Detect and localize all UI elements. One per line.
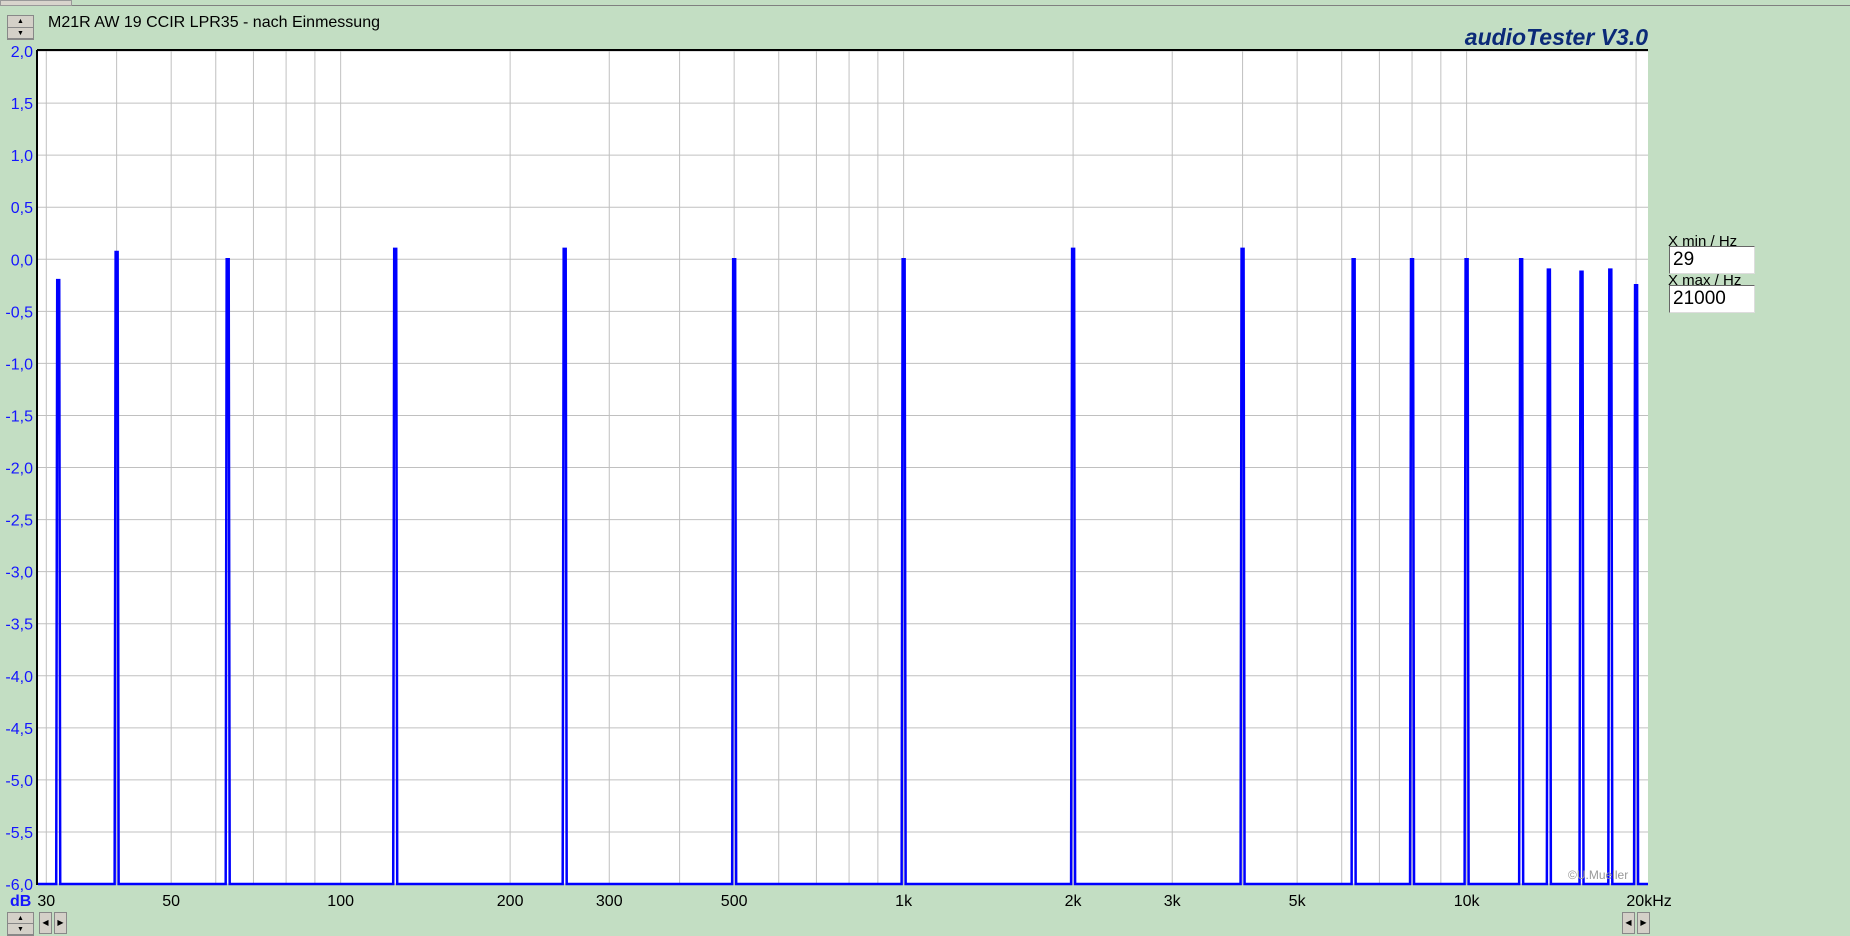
spin-up-icon[interactable]: ▲	[8, 913, 33, 924]
y-tick-label: -3,0	[5, 565, 33, 582]
data-point	[115, 251, 118, 253]
xmin-input[interactable]: 29	[1669, 246, 1755, 274]
data-point	[1352, 258, 1355, 261]
x-tick-label: 100	[327, 893, 354, 910]
data-point	[902, 258, 905, 261]
spin-down-icon[interactable]: ▼	[8, 924, 33, 935]
copyright: ©U.Mueller	[1568, 868, 1629, 882]
data-point	[226, 258, 229, 261]
data-point	[1609, 268, 1612, 271]
y-tick-label: -3,5	[5, 617, 33, 634]
y-tick-label: -1,0	[5, 356, 33, 373]
data-point	[1520, 258, 1522, 261]
x-tick-label: 20kHz	[1626, 893, 1671, 910]
x-tick-label: 50	[162, 893, 180, 910]
y-tick-label: 0,0	[11, 252, 33, 269]
x-tick-label: 3k	[1164, 893, 1182, 910]
data-point	[1548, 268, 1550, 271]
y-tick-label: -6,0	[5, 877, 33, 894]
y-tick-label: -5,0	[5, 773, 33, 790]
data-point	[1580, 270, 1583, 273]
x-tick-label: 2k	[1065, 893, 1083, 910]
x-tick-label: 10k	[1454, 893, 1481, 910]
frequency-response-chart: 2,0 1,5 1,0 0,5 0,0 -0,5 -1,0 -1,5 -2,0 -2,5 -3,0 -…	[5, 44, 1671, 910]
xmax-input[interactable]: 21000	[1669, 285, 1755, 313]
data-point	[1072, 248, 1074, 250]
x-tick-label: 1k	[895, 893, 913, 910]
x-tick-label: 300	[596, 893, 623, 910]
scroll-left-button-right[interactable]: ◀	[1622, 912, 1635, 934]
y-tick-label: 1,5	[11, 96, 33, 113]
data-point	[57, 279, 60, 281]
y-tick-label: -4,0	[5, 669, 33, 686]
data-point	[563, 248, 566, 250]
data-point	[1465, 258, 1468, 261]
y-tick-label: 2,0	[11, 44, 33, 61]
x-tick-label: 30	[37, 893, 55, 910]
scroll-right-button[interactable]: ▶	[54, 912, 67, 934]
y-tick-label: -2,0	[5, 461, 33, 478]
scroll-left-button[interactable]: ◀	[39, 912, 52, 934]
scroll-right-button-right[interactable]: ▶	[1637, 912, 1650, 934]
x-tick-label: 200	[497, 893, 524, 910]
data-point	[733, 258, 735, 261]
data-point	[1241, 248, 1244, 250]
y-tick-label: -2,5	[5, 513, 33, 530]
y-tick-label: 1,0	[11, 148, 33, 165]
data-point	[1635, 284, 1637, 287]
y-tick-label: -1,5	[5, 408, 33, 425]
y-tick-label: -4,5	[5, 721, 33, 738]
x-tick-label: 5k	[1289, 893, 1307, 910]
y-scale-spinner[interactable]: ▲ ▼	[7, 912, 34, 936]
data-point	[1411, 258, 1413, 261]
y-tick-label: -5,5	[5, 825, 33, 842]
y-unit-label: dB	[10, 893, 31, 910]
data-point	[394, 248, 397, 250]
x-tick-label: 500	[721, 893, 748, 910]
y-tick-label: 0,5	[11, 200, 33, 217]
y-tick-label: -0,5	[5, 304, 33, 321]
